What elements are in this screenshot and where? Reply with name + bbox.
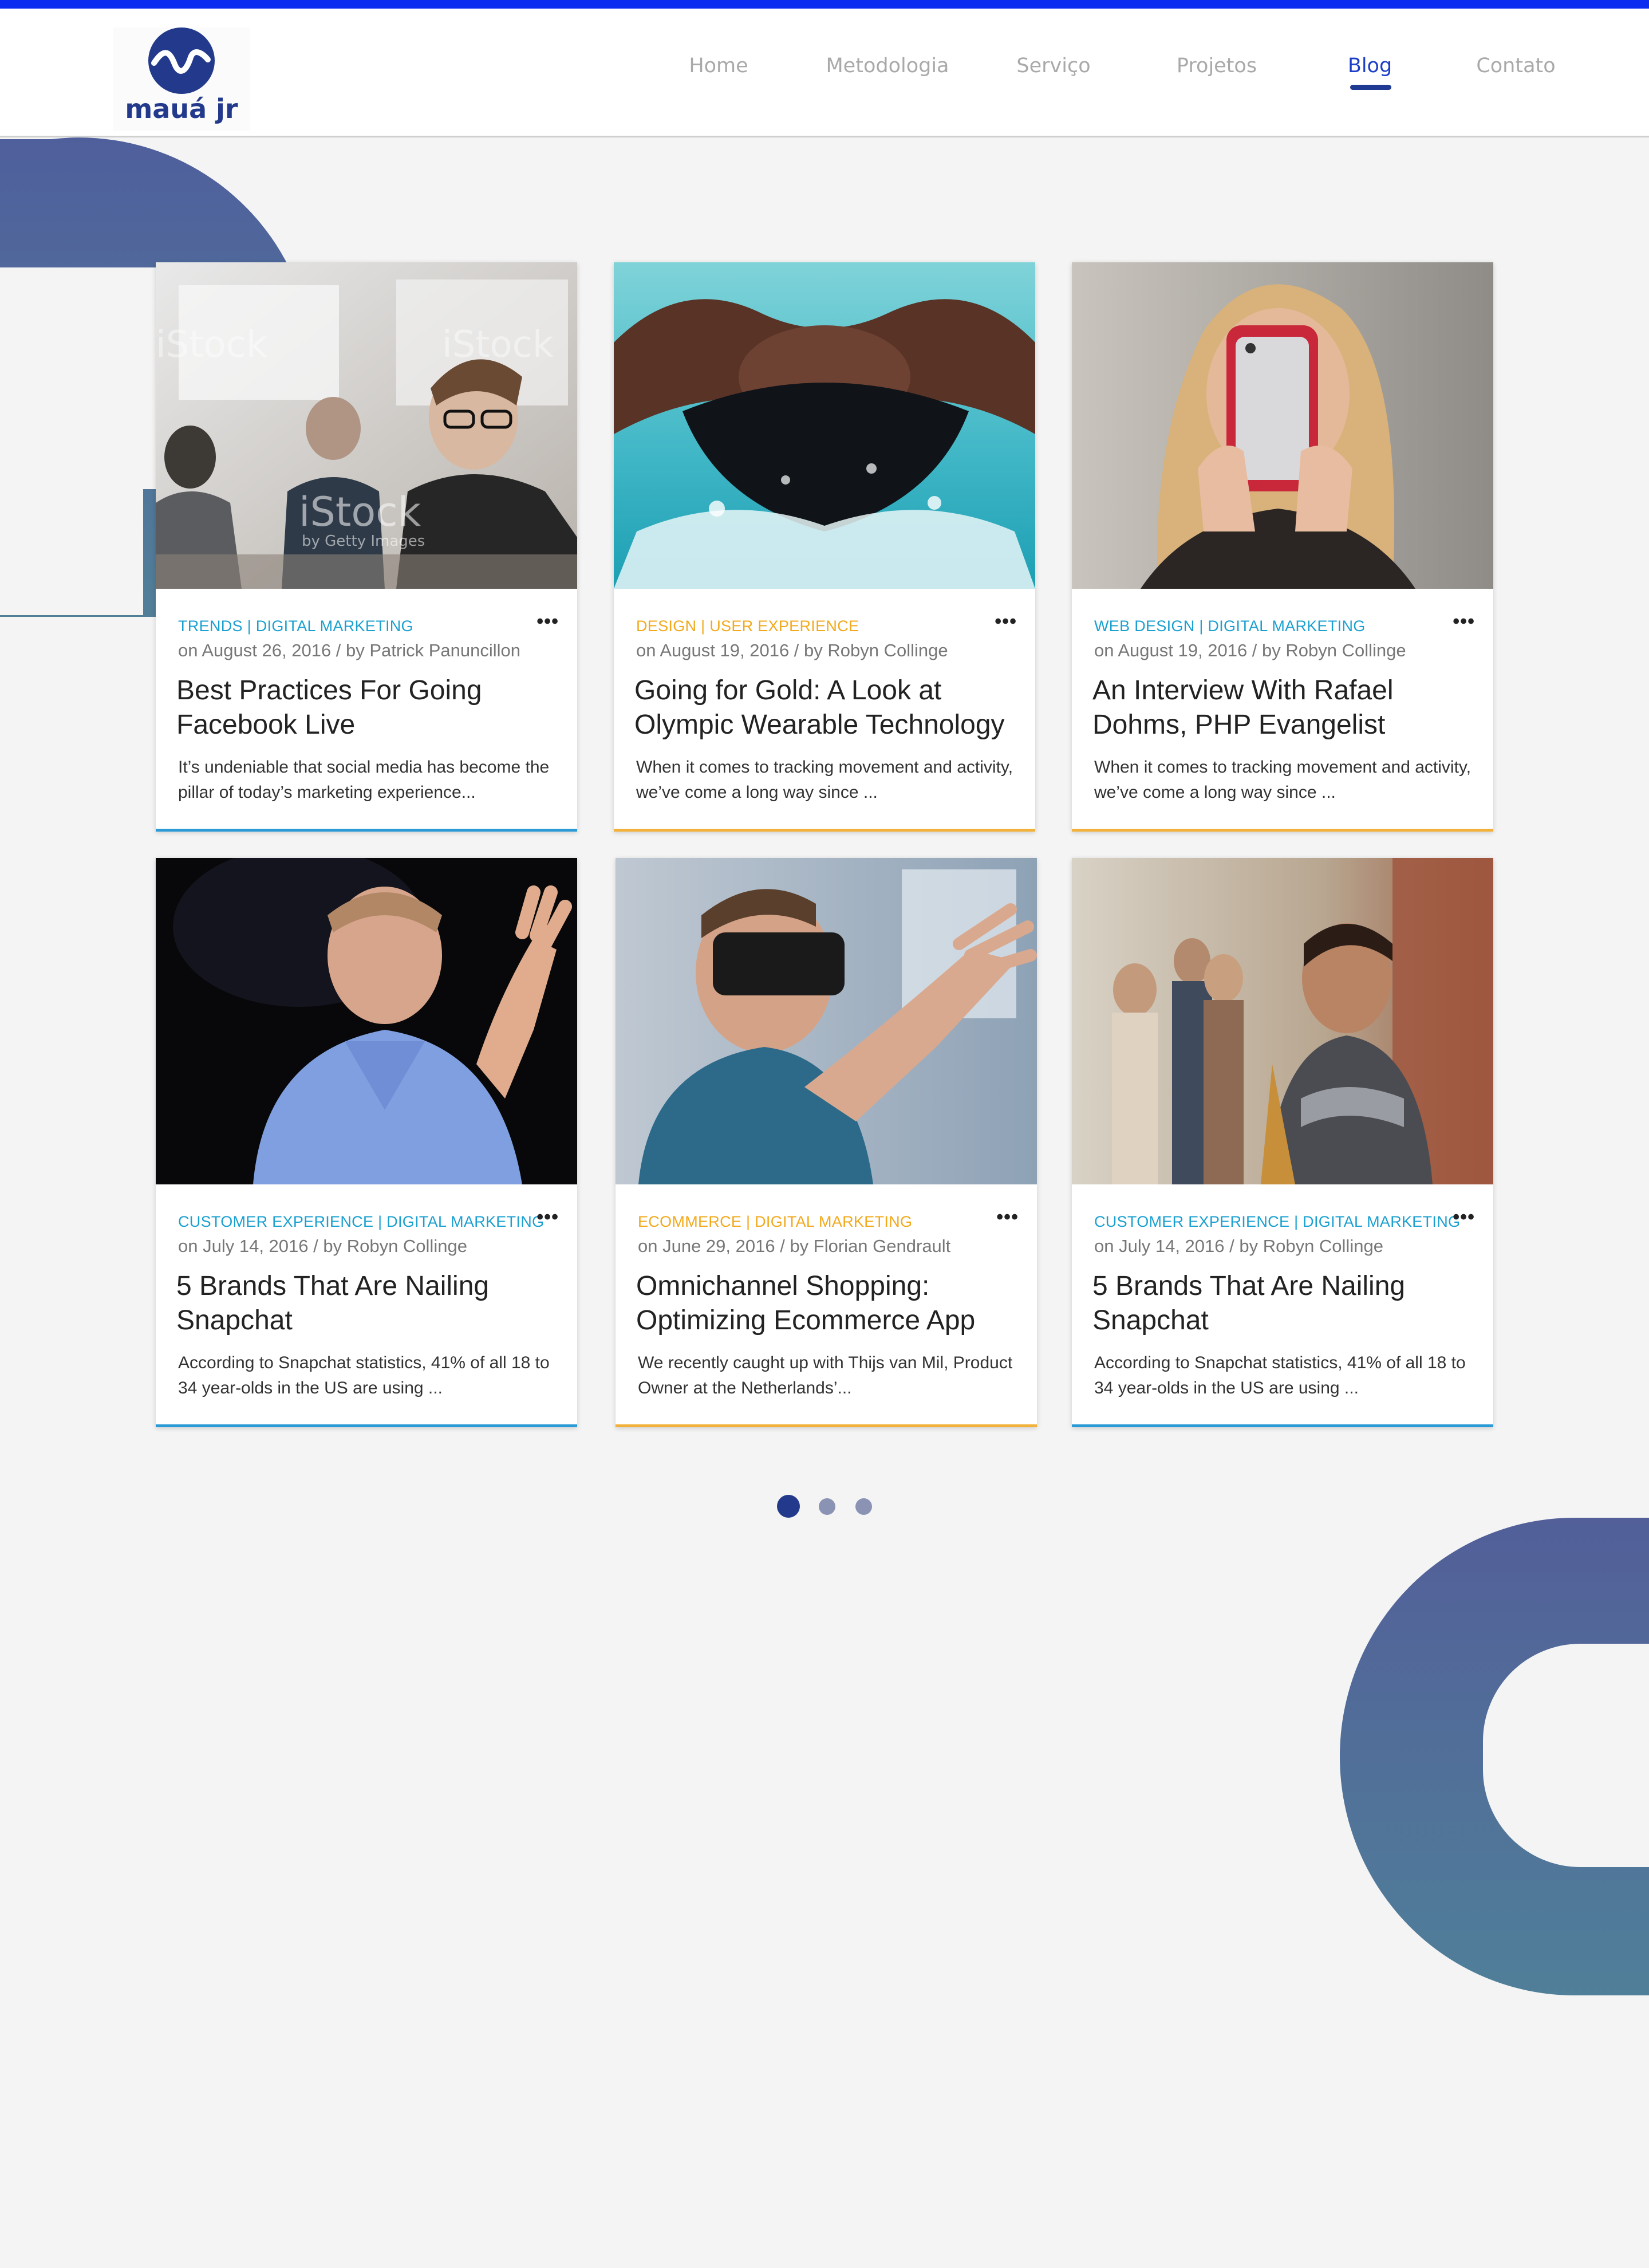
post-excerpt: According to Snapchat statistics, 41% of… — [1094, 1353, 1466, 1397]
post-title[interactable]: 5 Brands That Are Nailing Snapchat — [176, 1269, 566, 1338]
post-image[interactable] — [614, 262, 1035, 589]
post-image[interactable] — [1072, 858, 1493, 1184]
more-options-icon[interactable]: ••• — [536, 611, 559, 633]
swimmer-splash-photo — [614, 262, 1035, 589]
nav-blog[interactable]: Blog — [1340, 54, 1400, 77]
more-options-icon[interactable]: ••• — [536, 1206, 559, 1228]
post-category[interactable]: TRENDS | DIGITAL MARKETING — [178, 617, 413, 635]
blog-post-card[interactable]: DESIGN | USER EXPERIENCE ••• on August 1… — [614, 262, 1035, 832]
pagination-dot-1[interactable] — [777, 1495, 800, 1518]
top-accent-bar — [0, 0, 1649, 9]
blog-post-card[interactable]: WEB DESIGN | DIGITAL MARKETING ••• on Au… — [1072, 262, 1493, 832]
post-category[interactable]: ECOMMERCE | DIGITAL MARKETING — [638, 1213, 912, 1231]
post-category[interactable]: CUSTOMER EXPERIENCE | DIGITAL MARKETING — [1094, 1213, 1460, 1231]
post-meta: on August 19, 2016 / by Robyn Collinge — [636, 640, 948, 660]
post-excerpt: According to Snapchat statistics, 41% of… — [178, 1353, 550, 1397]
post-meta: on July 14, 2016 / by Robyn Collinge — [1094, 1236, 1383, 1256]
post-meta: on August 19, 2016 / by Robyn Collinge — [1094, 640, 1406, 660]
post-image[interactable]: iStock iStock iStock by Getty Images — [156, 262, 577, 589]
post-meta: on August 26, 2016 / by Patrick Panuncil… — [178, 640, 521, 660]
nav-active-indicator — [1350, 85, 1391, 90]
card-accent-line — [1072, 829, 1493, 832]
more-options-icon[interactable]: ••• — [1453, 611, 1475, 633]
card-accent-line — [614, 829, 1035, 832]
post-title[interactable]: Best Practices For Going Facebook Live — [176, 674, 566, 742]
card-accent-line — [156, 829, 577, 832]
post-category[interactable]: WEB DESIGN | DIGITAL MARKETING — [1094, 617, 1366, 635]
nav-metodologia[interactable]: Metodologia — [816, 54, 959, 77]
blog-post-card[interactable]: CUSTOMER EXPERIENCE | DIGITAL MARKETING … — [1072, 858, 1493, 1427]
decorative-shape-bottom-right — [1340, 1518, 1649, 1995]
more-options-icon[interactable]: ••• — [995, 611, 1017, 633]
card-accent-line — [616, 1424, 1037, 1427]
student-in-hallway-photo — [1072, 858, 1493, 1184]
more-options-icon[interactable]: ••• — [996, 1206, 1019, 1228]
nav-home[interactable]: Home — [684, 54, 753, 77]
watermark-text: iStock — [299, 489, 421, 536]
post-category[interactable]: DESIGN | USER EXPERIENCE — [636, 617, 859, 635]
post-meta: on June 29, 2016 / by Florian Gendrault — [638, 1236, 951, 1256]
main-navigation: Home Metodologia Serviço Projetos Blog C… — [0, 9, 1649, 136]
post-title[interactable]: 5 Brands That Are Nailing Snapchat — [1092, 1269, 1482, 1338]
post-image[interactable] — [616, 858, 1037, 1184]
post-title[interactable]: An Interview With Rafael Dohms, PHP Evan… — [1092, 674, 1482, 742]
nav-projetos[interactable]: Projetos — [1171, 54, 1263, 77]
site-header: mauá jr Home Metodologia Serviço Projeto… — [0, 9, 1649, 137]
card-accent-line — [1072, 1424, 1493, 1427]
blog-post-card[interactable]: CUSTOMER EXPERIENCE | DIGITAL MARKETING … — [156, 858, 577, 1427]
post-image[interactable] — [1072, 262, 1493, 589]
woman-with-phone-photo — [1072, 262, 1493, 589]
post-title[interactable]: Omnichannel Shopping: Optimizing Ecommer… — [636, 1269, 1025, 1338]
post-category[interactable]: CUSTOMER EXPERIENCE | DIGITAL MARKETING — [178, 1213, 544, 1231]
blog-post-card[interactable]: ECOMMERCE | DIGITAL MARKETING ••• on Jun… — [616, 858, 1037, 1427]
post-image[interactable] — [156, 858, 577, 1184]
post-excerpt: We recently caught up with Thijs van Mil… — [638, 1353, 1013, 1397]
post-meta: on July 14, 2016 / by Robyn Collinge — [178, 1236, 467, 1256]
card-accent-line — [156, 1424, 577, 1427]
post-excerpt: It’s undeniable that social media has be… — [178, 758, 550, 802]
pagination-dot-3[interactable] — [855, 1498, 872, 1515]
watermark-text: iStock — [442, 324, 554, 366]
watermark-text: iStock — [156, 324, 267, 366]
carousel-pagination — [0, 1495, 1649, 1518]
more-options-icon[interactable]: ••• — [1453, 1206, 1475, 1228]
speaker-on-stage-photo — [156, 858, 577, 1184]
post-excerpt: When it comes to tracking movement and a… — [1094, 758, 1472, 802]
pagination-dot-2[interactable] — [819, 1498, 835, 1515]
blog-post-card[interactable]: iStock iStock iStock by Getty Images TRE… — [156, 262, 577, 832]
nav-contato[interactable]: Contato — [1469, 54, 1563, 77]
nav-servico[interactable]: Serviço — [1011, 54, 1096, 77]
students-studying-photo: iStock iStock iStock by Getty Images — [156, 262, 577, 589]
vr-headset-photo — [616, 858, 1037, 1184]
post-title[interactable]: Going for Gold: A Look at Olympic Wearab… — [634, 674, 1024, 742]
post-excerpt: When it comes to tracking movement and a… — [636, 758, 1013, 802]
watermark-subtext: by Getty Images — [302, 533, 425, 550]
